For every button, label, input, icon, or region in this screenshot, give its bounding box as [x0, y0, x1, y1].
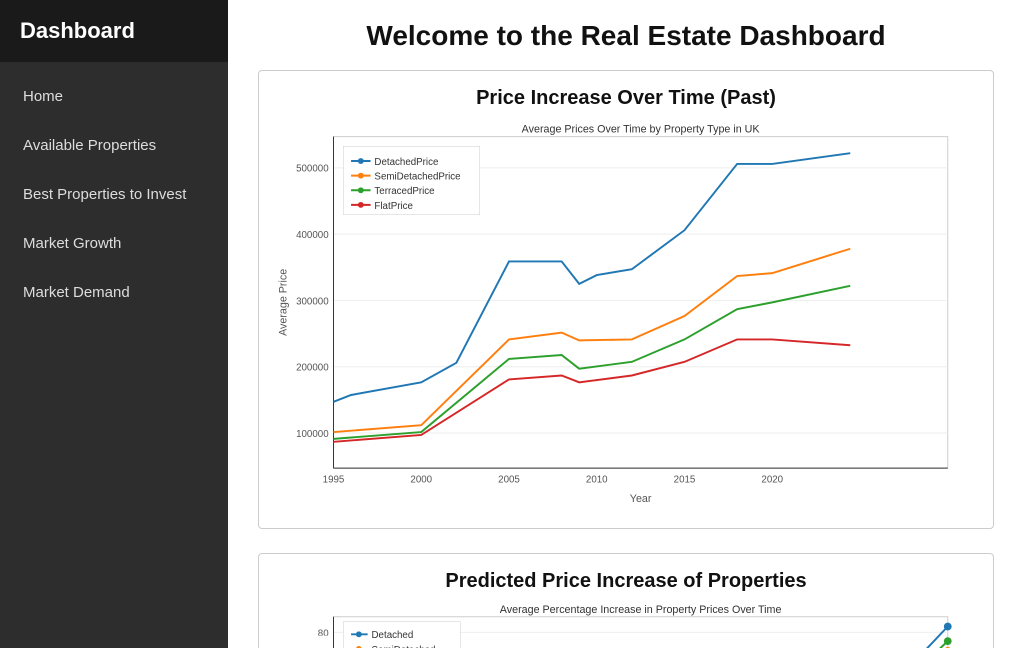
page-title: Welcome to the Real Estate Dashboard — [258, 20, 994, 52]
svg-text:2020: 2020 — [761, 475, 783, 486]
svg-text:FlatPrice: FlatPrice — [374, 201, 412, 212]
sidebar: Dashboard Home Available Properties Best… — [0, 0, 228, 648]
svg-text:500000: 500000 — [296, 164, 329, 175]
svg-text:400000: 400000 — [296, 230, 329, 241]
svg-text:1995: 1995 — [323, 475, 345, 486]
svg-text:Average Prices Over Time by Pr: Average Prices Over Time by Property Typ… — [522, 124, 761, 136]
sidebar-item-available[interactable]: Available Properties — [0, 121, 228, 170]
svg-text:300000: 300000 — [296, 296, 329, 307]
sidebar-title: Dashboard — [0, 0, 228, 62]
sidebar-item-growth[interactable]: Market Growth — [0, 219, 228, 268]
chart2-svg: Average Percentage Increase in Property … — [275, 605, 977, 648]
svg-text:2000: 2000 — [410, 475, 432, 486]
sidebar-item-best[interactable]: Best Properties to Invest — [0, 170, 228, 219]
svg-text:Year: Year — [630, 493, 652, 505]
chart2-wrap: Average Percentage Increase in Property … — [275, 605, 977, 648]
chart-section-1: Price Increase Over Time (Past) Average … — [258, 70, 994, 529]
chart1-title: Price Increase Over Time (Past) — [275, 87, 977, 110]
sidebar-nav: Home Available Properties Best Propertie… — [0, 72, 228, 317]
svg-text:2005: 2005 — [498, 475, 520, 486]
svg-text:Detached: Detached — [372, 630, 414, 641]
svg-text:200000: 200000 — [296, 363, 329, 374]
svg-text:Average Price: Average Price — [278, 269, 290, 336]
main-content: Welcome to the Real Estate Dashboard Pri… — [228, 0, 1024, 648]
svg-text:DetachedPrice: DetachedPrice — [374, 157, 438, 168]
chart1-svg: Average Prices Over Time by Property Typ… — [275, 122, 977, 512]
svg-text:TerracedPrice: TerracedPrice — [374, 186, 434, 197]
svg-text:2015: 2015 — [674, 475, 696, 486]
chart-section-2: Predicted Price Increase of Properties A… — [258, 553, 994, 648]
svg-text:80: 80 — [318, 628, 329, 639]
svg-text:Average Percentage Increase in: Average Percentage Increase in Property … — [500, 605, 782, 616]
svg-text:2010: 2010 — [586, 475, 608, 486]
sidebar-item-home[interactable]: Home — [0, 72, 228, 121]
svg-text:SemiDetachedPrice: SemiDetachedPrice — [374, 172, 460, 183]
chart2-title: Predicted Price Increase of Properties — [275, 570, 977, 593]
sidebar-item-demand[interactable]: Market Demand — [0, 268, 228, 317]
chart1-wrap: Average Prices Over Time by Property Typ… — [275, 122, 977, 512]
svg-text:100000: 100000 — [296, 429, 329, 440]
